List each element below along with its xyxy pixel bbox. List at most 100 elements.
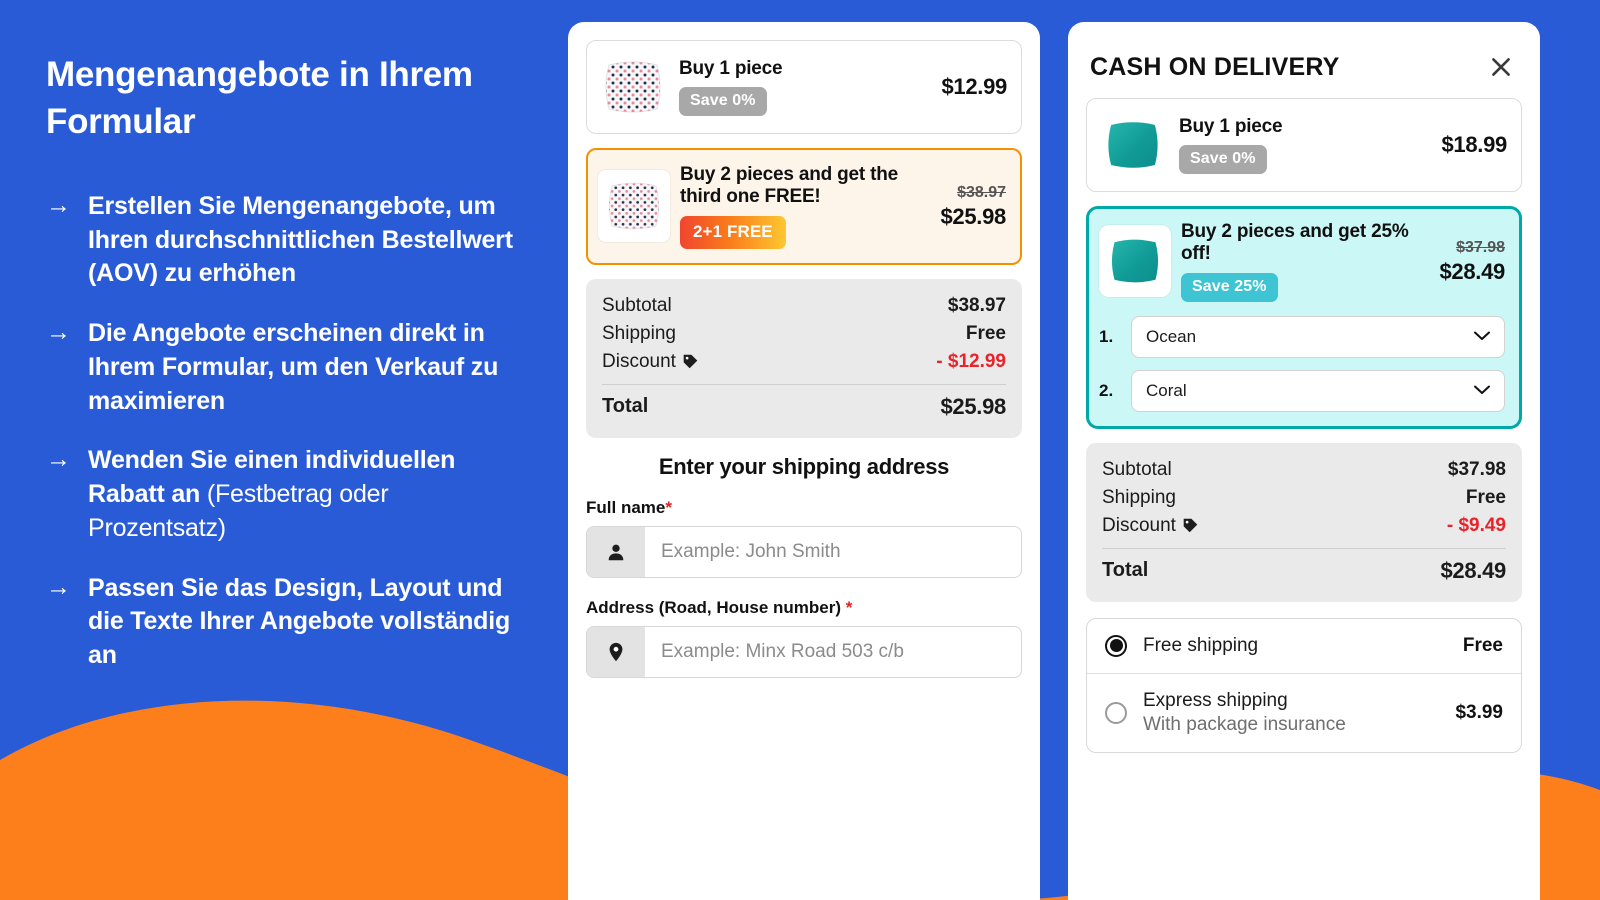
offer-price: $37.98 $28.49 <box>1432 238 1506 285</box>
summary-divider <box>1102 547 1506 549</box>
promo-bullet: → Passen Sie das Design, Layout und die … <box>46 572 522 673</box>
map-pin-icon <box>587 626 645 677</box>
variant-select-1[interactable]: Ocean <box>1131 315 1505 358</box>
required-marker: * <box>845 597 853 617</box>
card-header: CASH ON DELIVERY <box>1086 40 1522 98</box>
radio-express-shipping[interactable] <box>1105 701 1127 724</box>
close-icon[interactable] <box>1484 50 1518 84</box>
chevron-down-icon <box>1474 383 1490 398</box>
summary-value: $25.98 <box>940 393 1007 419</box>
offer-title: Buy 2 pieces and get the third one FREE! <box>680 164 898 208</box>
arrow-right-icon: → <box>46 445 71 474</box>
offer-price: $12.99 <box>934 74 1008 100</box>
summary-row-shipping: Shipping Free <box>602 320 1006 348</box>
summary-label: Shipping <box>1102 486 1176 508</box>
summary-row-total: Total $25.98 <box>602 389 1006 423</box>
shipping-method-express[interactable]: Express shipping With package insurance … <box>1087 672 1521 752</box>
address-placeholder: Example: Minx Road 503 c/b <box>661 640 904 662</box>
summary-label: Total <box>1102 559 1149 582</box>
offer-price: $18.99 <box>1434 132 1508 158</box>
arrow-right-icon: → <box>46 318 71 347</box>
price-tag-icon <box>1183 519 1198 533</box>
summary-row-subtotal: Subtotal $38.97 <box>602 292 1006 320</box>
promo-bullet-text: Erstellen Sie Mengenangebote, um Ihren d… <box>88 191 513 288</box>
chevron-down-icon <box>1474 329 1490 344</box>
summary-label: Subtotal <box>1102 458 1172 480</box>
summary-label: Shipping <box>602 322 676 344</box>
offer-badge: 2+1 FREE <box>680 215 786 249</box>
promo-bullet: → Erstellen Sie Mengenangebote, um Ihren… <box>46 190 522 291</box>
offer-option-buy-2-get-1-free[interactable]: Buy 2 pieces and get the third one FREE!… <box>586 148 1022 265</box>
full-name-input[interactable]: Example: John Smith <box>586 525 1022 578</box>
required-marker: * <box>665 497 672 517</box>
shipping-method-name: Free shipping <box>1143 634 1259 656</box>
offer-title: Buy 2 pieces and get 25% off! <box>1181 221 1409 265</box>
summary-value: Free <box>1465 486 1506 508</box>
summary-row-discount: Discount - $12.99 <box>602 348 1006 376</box>
variant-selector-list: 1. Ocean 2. Coral <box>1099 315 1505 412</box>
summary-divider <box>602 383 1006 385</box>
summary-value: $37.98 <box>1447 458 1506 480</box>
pillow-teal-icon <box>1097 109 1169 181</box>
offer-option-buy-2-get-25-off[interactable]: Buy 2 pieces and get 25% off! Save 25% $… <box>1086 206 1522 429</box>
address-input[interactable]: Example: Minx Road 503 c/b <box>586 625 1022 678</box>
cash-on-delivery-card: CASH ON DELIVERY Buy 1 piece Save 0% $18… <box>1068 22 1540 900</box>
offer-price-current: $12.99 <box>941 73 1008 99</box>
offer-price-original: $37.98 <box>1456 238 1505 256</box>
order-summary: Subtotal $38.97 Shipping Free Discount -… <box>586 278 1022 438</box>
summary-row-subtotal: Subtotal $37.98 <box>1102 456 1506 484</box>
summary-label: Subtotal <box>602 294 672 316</box>
summary-value: - $12.99 <box>936 350 1006 372</box>
offer-price-current: $28.49 <box>1439 258 1506 284</box>
arrow-right-icon: → <box>46 190 71 219</box>
summary-row-discount: Discount - $9.49 <box>1102 512 1506 540</box>
offer-badge: Save 0% <box>679 87 767 117</box>
promo-bullet: → Wenden Sie einen individuellen Rabatt … <box>46 444 522 545</box>
offer-option-buy-1[interactable]: Buy 1 piece Save 0% $12.99 <box>586 40 1022 134</box>
promo-bullet: → Die Angebote erscheinen direkt in Ihre… <box>46 317 522 418</box>
summary-label: Total <box>602 395 649 418</box>
summary-row-shipping: Shipping Free <box>1102 484 1506 512</box>
promo-panel: Mengenangebote in Ihrem Formular → Erste… <box>0 0 568 900</box>
variant-row: 1. Ocean <box>1099 315 1505 358</box>
shipping-method-list: Free shipping Free Express shipping With… <box>1086 617 1522 753</box>
variant-index: 1. <box>1099 326 1114 346</box>
summary-row-total: Total $28.49 <box>1102 553 1506 587</box>
promo-headline: Mengenangebote in Ihrem Formular <box>46 55 473 141</box>
offer-price-current: $25.98 <box>940 203 1007 229</box>
variant-select-2[interactable]: Coral <box>1131 369 1505 412</box>
pillow-dots-icon <box>597 51 669 123</box>
price-tag-icon <box>683 355 698 369</box>
summary-value: $28.49 <box>1440 557 1507 583</box>
pillow-dots-icon <box>598 170 670 243</box>
card-title: CASH ON DELIVERY <box>1090 52 1340 81</box>
shipping-method-sub: With package insurance <box>1143 713 1346 735</box>
variant-select-value: Ocean <box>1146 326 1197 346</box>
pillow-teal-icon <box>1099 225 1171 298</box>
offer-price: $38.97 $25.98 <box>933 183 1007 230</box>
shipping-form-title: Enter your shipping address <box>658 453 950 479</box>
full-name-label: Full name* <box>586 497 672 517</box>
summary-value: - $9.49 <box>1446 514 1506 536</box>
shipping-method-price: Free <box>1462 634 1503 656</box>
summary-label: Discount <box>602 350 676 372</box>
offer-price-current: $18.99 <box>1441 131 1508 157</box>
person-icon <box>587 526 645 577</box>
offer-title: Buy 1 piece <box>679 57 783 79</box>
shipping-method-free[interactable]: Free shipping Free <box>1087 619 1521 673</box>
promo-bullet-text: Die Angebote erscheinen direkt in Ihrem … <box>88 319 499 415</box>
shipping-method-price: $3.99 <box>1455 701 1503 723</box>
address-label: Address (Road, House number) * <box>586 597 853 617</box>
offer-title: Buy 1 piece <box>1179 115 1283 137</box>
variant-index: 2. <box>1099 380 1114 400</box>
variant-row: 2. Coral <box>1099 369 1505 412</box>
radio-free-shipping[interactable] <box>1105 634 1127 657</box>
shipping-method-name: Express shipping <box>1143 689 1288 711</box>
full-name-placeholder: Example: John Smith <box>661 540 841 562</box>
promo-bullet-list: → Erstellen Sie Mengenangebote, um Ihren… <box>46 190 522 673</box>
offer-badge: Save 0% <box>1179 145 1267 175</box>
screenshot-root: Mengenangebote in Ihrem Formular → Erste… <box>0 0 1600 900</box>
offer-option-buy-1[interactable]: Buy 1 piece Save 0% $18.99 <box>1086 98 1522 192</box>
order-summary: Subtotal $37.98 Shipping Free Discount -… <box>1086 442 1522 602</box>
form-preview-card: Buy 1 piece Save 0% $12.99 Buy 2 pieces … <box>568 22 1040 900</box>
